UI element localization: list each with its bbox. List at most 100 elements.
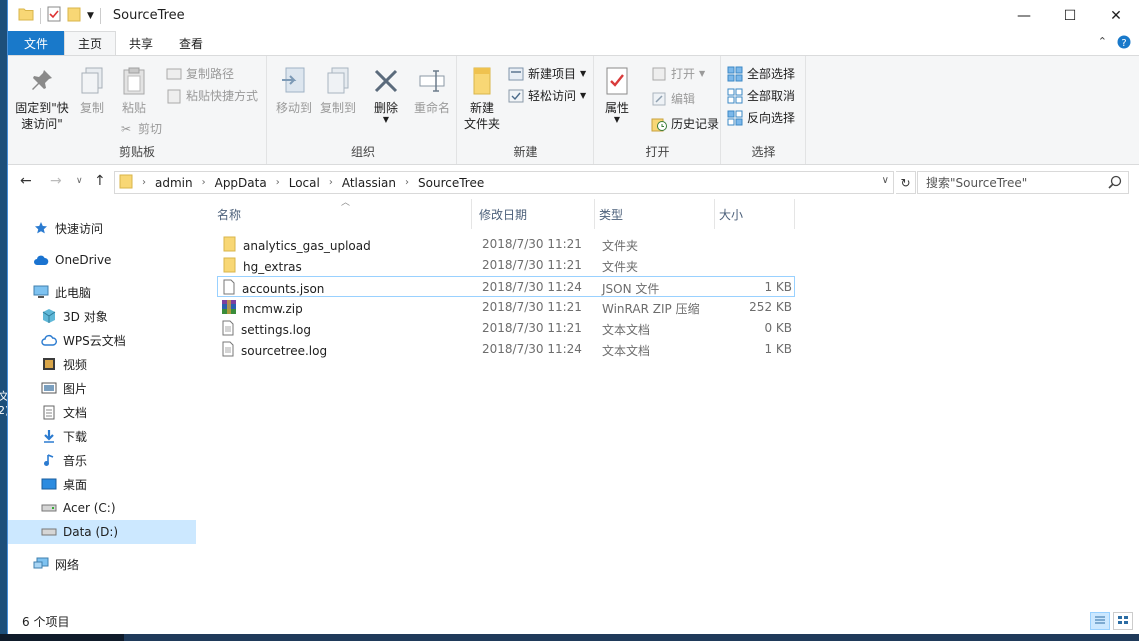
edit-button[interactable]: 编辑 (651, 90, 695, 107)
chevron-down-icon: ▼ (699, 69, 706, 78)
file-row[interactable]: settings.log 2018/7/30 11:21 文本文档 0 KB (217, 318, 795, 339)
nav-item-label: 此电脑 (55, 285, 92, 300)
new-folder-icon[interactable] (67, 6, 81, 25)
nav-item-drive-c[interactable]: Acer (C:) (8, 496, 196, 520)
copy-path-icon (166, 66, 182, 82)
nav-item-quick-access[interactable]: 快速访问 (8, 216, 196, 240)
copy-button[interactable]: 复制 (74, 64, 110, 116)
copy-path-button[interactable]: 复制路径 (166, 65, 234, 82)
chevron-down-icon[interactable]: ∨ (882, 175, 889, 186)
breadcrumb-sourcetree[interactable]: SourceTree (418, 176, 484, 190)
paste-shortcut-button[interactable]: 粘贴快捷方式 (166, 87, 258, 104)
rename-button[interactable]: 重命名 (412, 64, 452, 116)
close-button[interactable]: ✕ (1093, 0, 1139, 31)
select-none-button[interactable]: 全部取消 (727, 87, 795, 104)
chevron-right-icon[interactable]: › (405, 177, 409, 188)
nav-item-music[interactable]: 音乐 (8, 448, 196, 472)
chevron-right-icon[interactable]: › (276, 177, 280, 188)
forward-arrow-icon[interactable]: → (50, 173, 62, 189)
new-group: 新建 文件夹 新建项目 ▼ 轻松访问 ▼ 新建 (458, 56, 594, 164)
nav-item-network[interactable]: 网络 (8, 552, 196, 576)
file-row[interactable]: accounts.json 2018/7/30 11:24 JSON 文件 1 … (217, 276, 795, 297)
collapse-ribbon-icon[interactable]: ⌃ (1098, 35, 1107, 52)
column-header-name[interactable]: 名称 (213, 199, 472, 229)
customize-toolbar-icon[interactable]: ▼ (87, 11, 94, 21)
column-header-type[interactable]: 类型 (595, 199, 715, 229)
back-arrow-icon[interactable]: ← (20, 173, 32, 189)
open-button[interactable]: 打开 ▼ (651, 65, 705, 82)
properties-button[interactable]: 属性 ▼ (599, 64, 635, 124)
file-row[interactable]: sourcetree.log 2018/7/30 11:24 文本文档 1 KB (217, 339, 795, 360)
search-input[interactable]: 搜索"SourceTree" (926, 174, 1027, 191)
nav-item-onedrive[interactable]: OneDrive (8, 248, 196, 272)
breadcrumb-atlassian[interactable]: Atlassian (342, 176, 396, 190)
open-label: 打开 (671, 67, 696, 81)
file-row[interactable]: hg_extras 2018/7/30 11:21 文件夹 (217, 255, 795, 276)
copy-icon (76, 64, 108, 98)
file-name-cell: hg_extras (221, 257, 302, 276)
music-icon (40, 452, 58, 468)
nav-item-3d-objects[interactable]: 3D 对象 (8, 304, 196, 328)
history-button[interactable]: 历史记录 (651, 115, 719, 132)
nav-item-videos[interactable]: 视频 (8, 352, 196, 376)
archive-icon (221, 299, 237, 318)
download-icon (40, 428, 58, 444)
refresh-button[interactable]: ↻ (896, 171, 916, 194)
address-bar[interactable]: › admin › AppData › Local › Atlassian › … (114, 171, 894, 194)
breadcrumb-local[interactable]: Local (289, 176, 320, 190)
column-header-size[interactable]: 大小 (715, 199, 795, 229)
column-header-modified[interactable]: 修改日期 (475, 199, 595, 229)
tab-file[interactable]: 文件 (8, 31, 64, 55)
nav-item-pictures[interactable]: 图片 (8, 376, 196, 400)
copy-to-button[interactable]: 复制到 (320, 64, 356, 116)
document-icon (40, 404, 58, 420)
pin-quick-access-button[interactable]: 固定到"快 速访问" (14, 64, 70, 132)
breadcrumb-admin[interactable]: admin (155, 176, 193, 190)
explorer-window: ▼ SourceTree — ☐ ✕ 文件 主页 共享 查看 ⌃ ? 固定到"快… (7, 0, 1139, 634)
select-all-button[interactable]: 全部选择 (727, 65, 795, 82)
nav-item-this-pc[interactable]: 此电脑 (8, 280, 196, 304)
help-icon[interactable]: ? (1117, 35, 1131, 52)
move-to-button[interactable]: 移动到 (276, 64, 312, 116)
select-group: 全部选择 全部取消 反向选择 选择 (722, 56, 806, 164)
file-size: 1 KB (764, 342, 792, 356)
file-row[interactable]: analytics_gas_upload 2018/7/30 11:21 文件夹 (217, 234, 795, 255)
properties-icon[interactable] (47, 6, 61, 25)
chevron-right-icon[interactable]: › (329, 177, 333, 188)
nav-item-drive-d[interactable]: Data (D:) (8, 520, 196, 544)
search-box[interactable]: 搜索"SourceTree" (917, 171, 1129, 194)
details-view-button[interactable] (1090, 612, 1110, 630)
nav-item-wps-cloud[interactable]: WPS云文档 (8, 328, 196, 352)
nav-item-downloads[interactable]: 下载 (8, 424, 196, 448)
tab-view[interactable]: 查看 (166, 31, 216, 55)
minimize-button[interactable]: — (1001, 0, 1047, 31)
chevron-right-icon[interactable]: › (202, 177, 206, 188)
move-to-label: 移动到 (276, 101, 313, 115)
invert-selection-button[interactable]: 反向选择 (727, 109, 795, 126)
paste-button[interactable]: 粘贴 (114, 64, 154, 116)
maximize-button[interactable]: ☐ (1047, 0, 1093, 31)
new-item-button[interactable]: 新建项目 ▼ (508, 65, 586, 82)
nav-item-desktop[interactable]: 桌面 (8, 472, 196, 496)
nav-item-documents[interactable]: 文档 (8, 400, 196, 424)
file-name-cell: accounts.json (222, 279, 324, 298)
cut-label: 剪切 (138, 122, 163, 136)
up-arrow-icon[interactable]: ↑ (94, 173, 106, 189)
nav-item-label: 视频 (63, 357, 88, 372)
tab-share[interactable]: 共享 (116, 31, 166, 55)
new-folder-button[interactable]: 新建 文件夹 (462, 64, 502, 132)
file-type: 文本文档 (602, 344, 651, 358)
file-row[interactable]: mcmw.zip 2018/7/30 11:21 WinRAR ZIP 压缩 2… (217, 297, 795, 318)
quick-access-toolbar: ▼ (8, 6, 101, 25)
recent-locations-icon[interactable]: ∨ (76, 176, 83, 186)
large-icons-view-button[interactable] (1113, 612, 1133, 630)
cut-button[interactable]: ✂ 剪切 (118, 120, 162, 137)
tab-home[interactable]: 主页 (64, 31, 117, 55)
easy-access-button[interactable]: 轻松访问 ▼ (508, 87, 586, 104)
desktop-icon (40, 476, 58, 492)
new-item-label: 新建项目 (528, 67, 577, 81)
move-to-icon (278, 64, 310, 98)
breadcrumb-appdata[interactable]: AppData (215, 176, 267, 190)
delete-button[interactable]: 删除 ▼ (370, 64, 402, 124)
nav-item-label: Acer (C:) (63, 501, 116, 515)
